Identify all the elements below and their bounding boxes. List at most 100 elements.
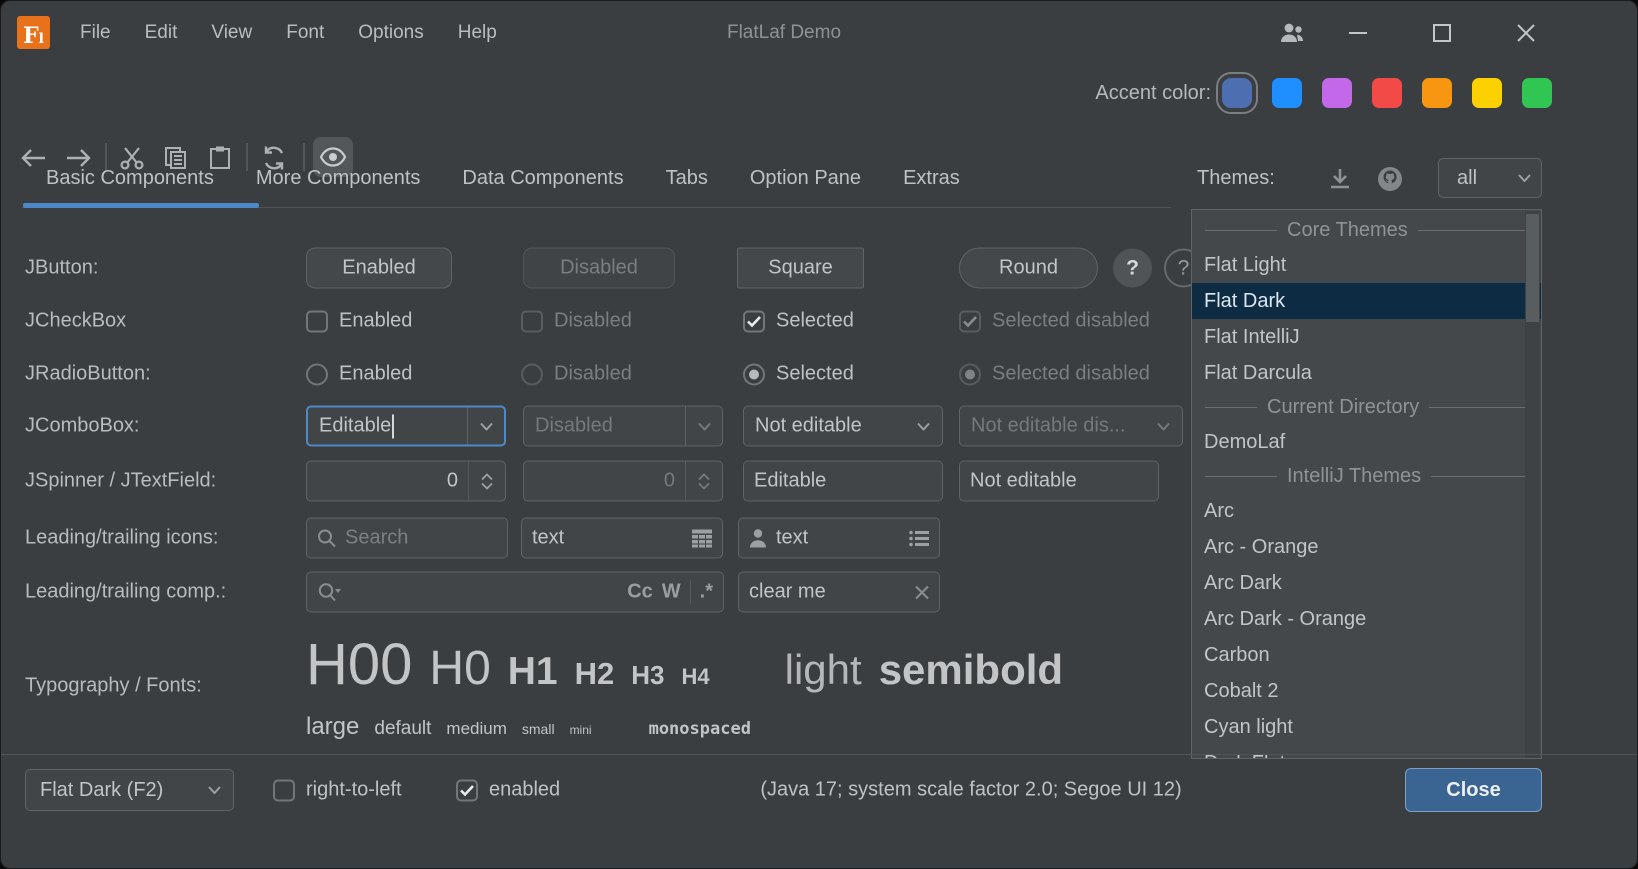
text-input[interactable] bbox=[532, 527, 683, 550]
accent-swatch-default[interactable] bbox=[1222, 78, 1252, 108]
theme-item-flat-intellij[interactable]: Flat IntelliJ bbox=[1192, 319, 1541, 355]
tab-data-components[interactable]: Data Components bbox=[441, 149, 644, 207]
checkbox-selected[interactable]: Selected bbox=[743, 310, 854, 333]
clear-me-input[interactable] bbox=[749, 581, 906, 604]
chevron-down-icon[interactable] bbox=[905, 407, 942, 446]
theme-item-dark-flat[interactable]: Dark Flat bbox=[1192, 745, 1541, 759]
minimize-button[interactable] bbox=[1335, 1, 1381, 65]
themes-scrollbar[interactable] bbox=[1525, 211, 1540, 759]
help-button[interactable]: ? bbox=[1113, 249, 1152, 288]
search-options-input[interactable] bbox=[351, 581, 618, 604]
download-icon[interactable] bbox=[1323, 162, 1357, 196]
typography-samples: H00 H0 H1 H2 H3 H4 light semibold bbox=[306, 631, 1063, 698]
monospaced-sample: monospaced bbox=[649, 719, 751, 739]
theme-group-header: IntelliJ Themes bbox=[1192, 460, 1541, 493]
text-field-user-list[interactable] bbox=[738, 518, 940, 559]
jcheckbox-label: JCheckBox bbox=[25, 310, 126, 333]
theme-item-carbon[interactable]: Carbon bbox=[1192, 637, 1541, 673]
close-button[interactable]: Close bbox=[1405, 768, 1542, 812]
default-sample: default bbox=[374, 718, 431, 740]
combobox-not-editable[interactable]: Not editable bbox=[743, 406, 943, 447]
themes-list: Core Themes Flat Light Flat Dark Flat In… bbox=[1191, 209, 1542, 759]
search-dropdown-icon[interactable] bbox=[317, 582, 342, 602]
chevron-down-icon bbox=[685, 407, 722, 446]
search-input[interactable] bbox=[345, 527, 497, 550]
enabled-checkbox[interactable]: enabled bbox=[456, 779, 560, 802]
checkbox-box bbox=[273, 779, 295, 801]
themes-filter-combobox[interactable]: all bbox=[1438, 158, 1542, 198]
menu-options[interactable]: Options bbox=[341, 1, 440, 65]
clear-me-field[interactable] bbox=[738, 572, 940, 613]
spinner-disabled: 0 bbox=[523, 461, 723, 502]
maximize-button[interactable] bbox=[1419, 1, 1465, 65]
spinner-updown-icon bbox=[685, 462, 722, 501]
h00-sample: H00 bbox=[306, 631, 412, 698]
textfield-editable[interactable] bbox=[743, 461, 943, 502]
close-window-button[interactable] bbox=[1503, 1, 1549, 65]
radio-circle bbox=[743, 363, 765, 385]
accent-swatch-red[interactable] bbox=[1372, 78, 1402, 108]
laf-combobox[interactable]: Flat Dark (F2) bbox=[25, 769, 234, 811]
themes-label: Themes: bbox=[1197, 149, 1275, 207]
accent-swatch-purple[interactable] bbox=[1322, 78, 1352, 108]
theme-item-cobalt-2[interactable]: Cobalt 2 bbox=[1192, 673, 1541, 709]
radio-selected[interactable]: Selected bbox=[743, 363, 854, 386]
table-grid-icon[interactable] bbox=[692, 529, 712, 547]
github-icon[interactable] bbox=[1373, 162, 1407, 196]
clear-x-icon[interactable] bbox=[915, 585, 929, 599]
text-field-table-icon[interactable] bbox=[521, 518, 723, 559]
chevron-down-icon bbox=[208, 786, 221, 794]
theme-item-demolaf[interactable]: DemoLaf bbox=[1192, 424, 1541, 460]
theme-item-cyan-light[interactable]: Cyan light bbox=[1192, 709, 1541, 745]
accent-swatch-blue[interactable] bbox=[1272, 78, 1302, 108]
textfield-editable-input[interactable] bbox=[754, 470, 932, 493]
leading-trailing-icons-label: Leading/trailing icons: bbox=[25, 527, 218, 550]
users-icon[interactable] bbox=[1269, 1, 1315, 65]
spinner-updown-icon[interactable] bbox=[468, 462, 505, 501]
search-field[interactable] bbox=[306, 518, 508, 559]
accent-swatch-orange[interactable] bbox=[1422, 78, 1452, 108]
theme-item-arc-dark[interactable]: Arc Dark bbox=[1192, 565, 1541, 601]
menu-view[interactable]: View bbox=[194, 1, 269, 65]
accent-swatch-green[interactable] bbox=[1522, 78, 1552, 108]
checkbox-disabled: Disabled bbox=[521, 310, 632, 333]
menu-edit[interactable]: Edit bbox=[128, 1, 195, 65]
accent-swatch-yellow[interactable] bbox=[1472, 78, 1502, 108]
list-icon[interactable] bbox=[909, 530, 929, 546]
theme-item-arc-orange[interactable]: Arc - Orange bbox=[1192, 529, 1541, 565]
theme-group-header: Current Directory bbox=[1192, 391, 1541, 424]
square-button[interactable]: Square bbox=[737, 248, 864, 289]
tab-option-pane[interactable]: Option Pane bbox=[729, 149, 882, 207]
small-sample: small bbox=[522, 721, 555, 737]
menu-file[interactable]: File bbox=[63, 1, 128, 65]
checkbox-check-icon bbox=[743, 310, 765, 332]
theme-item-flat-dark[interactable]: Flat Dark bbox=[1192, 283, 1541, 319]
combobox-editable[interactable]: Editable bbox=[306, 406, 506, 447]
theme-group-header: Core Themes bbox=[1192, 214, 1541, 247]
whole-word-button[interactable]: W bbox=[662, 581, 681, 604]
theme-item-flat-darcula[interactable]: Flat Darcula bbox=[1192, 355, 1541, 391]
right-to-left-checkbox[interactable]: right-to-left bbox=[273, 779, 402, 802]
text-input[interactable] bbox=[776, 527, 900, 550]
theme-item-flat-light[interactable]: Flat Light bbox=[1192, 247, 1541, 283]
chevron-down-icon[interactable] bbox=[467, 408, 504, 445]
search-field-with-options[interactable]: Cc W .* bbox=[306, 572, 724, 613]
chevron-down-icon bbox=[1518, 174, 1531, 182]
menu-font[interactable]: Font bbox=[269, 1, 341, 65]
theme-item-arc-dark-orange[interactable]: Arc Dark - Orange bbox=[1192, 601, 1541, 637]
laf-combobox-value: Flat Dark (F2) bbox=[40, 779, 163, 802]
tab-tabs[interactable]: Tabs bbox=[645, 149, 729, 207]
enabled-button[interactable]: Enabled bbox=[306, 248, 452, 289]
spinner-enabled[interactable]: 0 bbox=[306, 461, 506, 502]
menu-help[interactable]: Help bbox=[441, 1, 514, 65]
tab-basic-components[interactable]: Basic Components bbox=[25, 149, 235, 207]
scrollbar-thumb[interactable] bbox=[1526, 214, 1539, 322]
tab-more-components[interactable]: More Components bbox=[235, 149, 442, 207]
match-case-button[interactable]: Cc bbox=[627, 581, 653, 604]
round-button[interactable]: Round bbox=[959, 248, 1098, 289]
checkbox-enabled[interactable]: Enabled bbox=[306, 310, 412, 333]
tab-extras[interactable]: Extras bbox=[882, 149, 981, 207]
radio-enabled[interactable]: Enabled bbox=[306, 363, 412, 386]
theme-item-arc[interactable]: Arc bbox=[1192, 493, 1541, 529]
regex-button[interactable]: .* bbox=[700, 581, 713, 604]
